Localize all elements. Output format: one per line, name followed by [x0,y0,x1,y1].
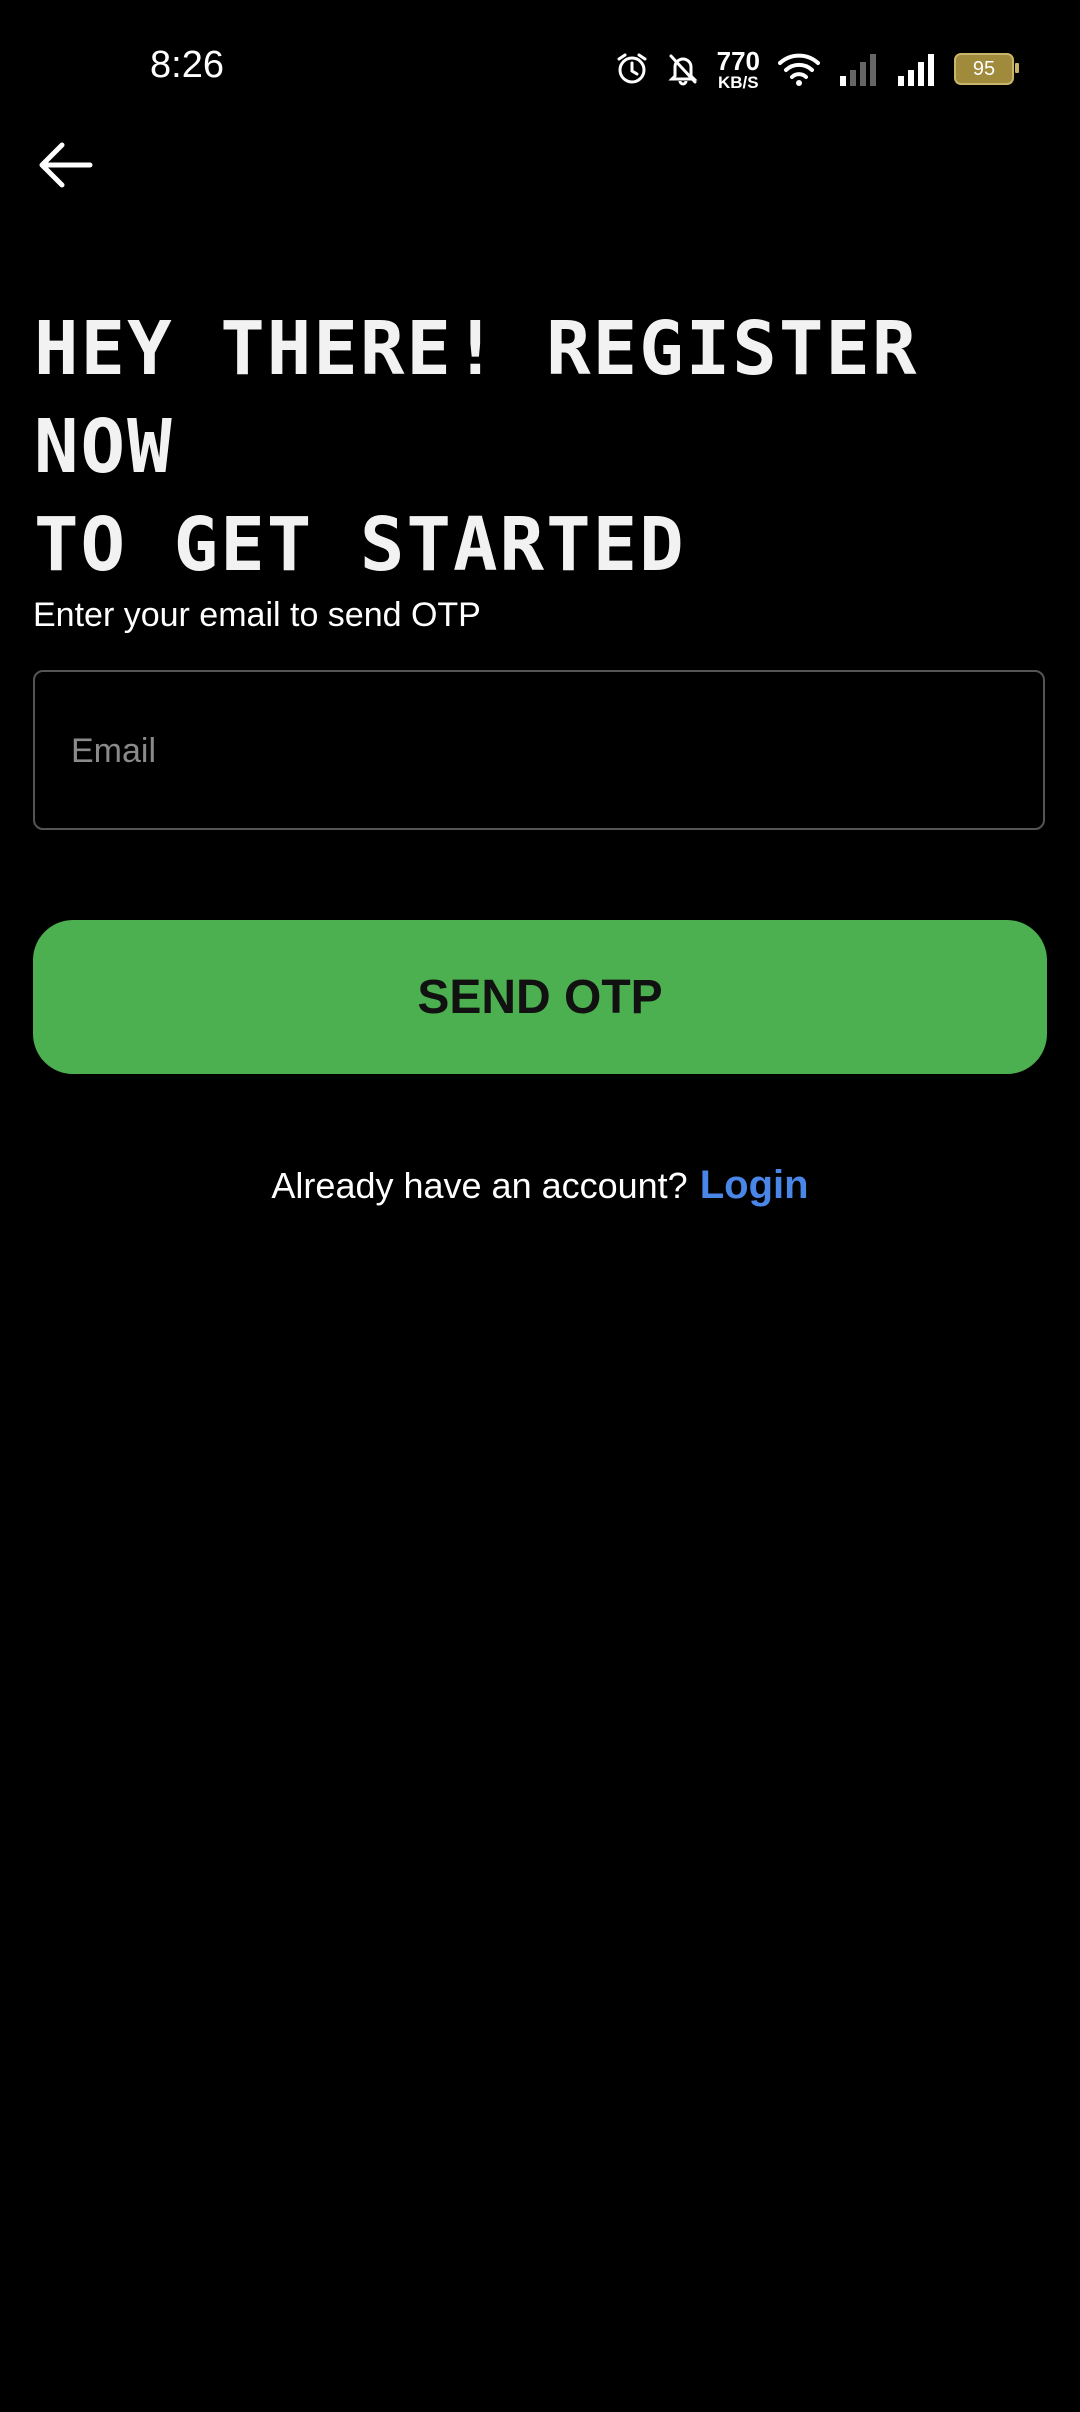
wifi-icon [778,52,820,86]
email-label: Enter your email to send OTP [33,596,481,634]
title-line-2: TO GET STARTED [34,502,686,588]
login-prompt-text: Already have an account? [271,1165,688,1206]
battery-level: 95 [972,57,996,80]
signal-icon [838,52,878,86]
login-prompt: Already have an account? Login [0,1163,1080,1208]
status-bar: 8:26 770 KB/S 95 [0,0,1080,140]
page-title: HEY THERE! REGISTER NOW TO GET STARTED [34,300,1054,594]
status-icons: 770 KB/S 95 [615,46,1019,92]
bell-off-icon [667,52,699,86]
status-time: 8:26 [150,44,224,86]
signal-icon [896,52,936,86]
login-link[interactable]: Login [700,1163,809,1207]
send-otp-button[interactable]: SEND OTP [33,920,1047,1074]
back-button[interactable] [30,130,100,200]
net-speed-unit: KB/S [717,72,759,92]
email-input[interactable] [69,672,1013,830]
net-speed-value: 770 [716,45,760,76]
alarm-icon [615,52,649,86]
title-line-1: HEY THERE! REGISTER NOW [34,306,919,490]
battery-icon: 95 [954,53,1019,85]
email-field[interactable] [33,670,1045,830]
net-speed: 770 KB/S [717,48,760,91]
arrow-left-icon [39,142,93,188]
